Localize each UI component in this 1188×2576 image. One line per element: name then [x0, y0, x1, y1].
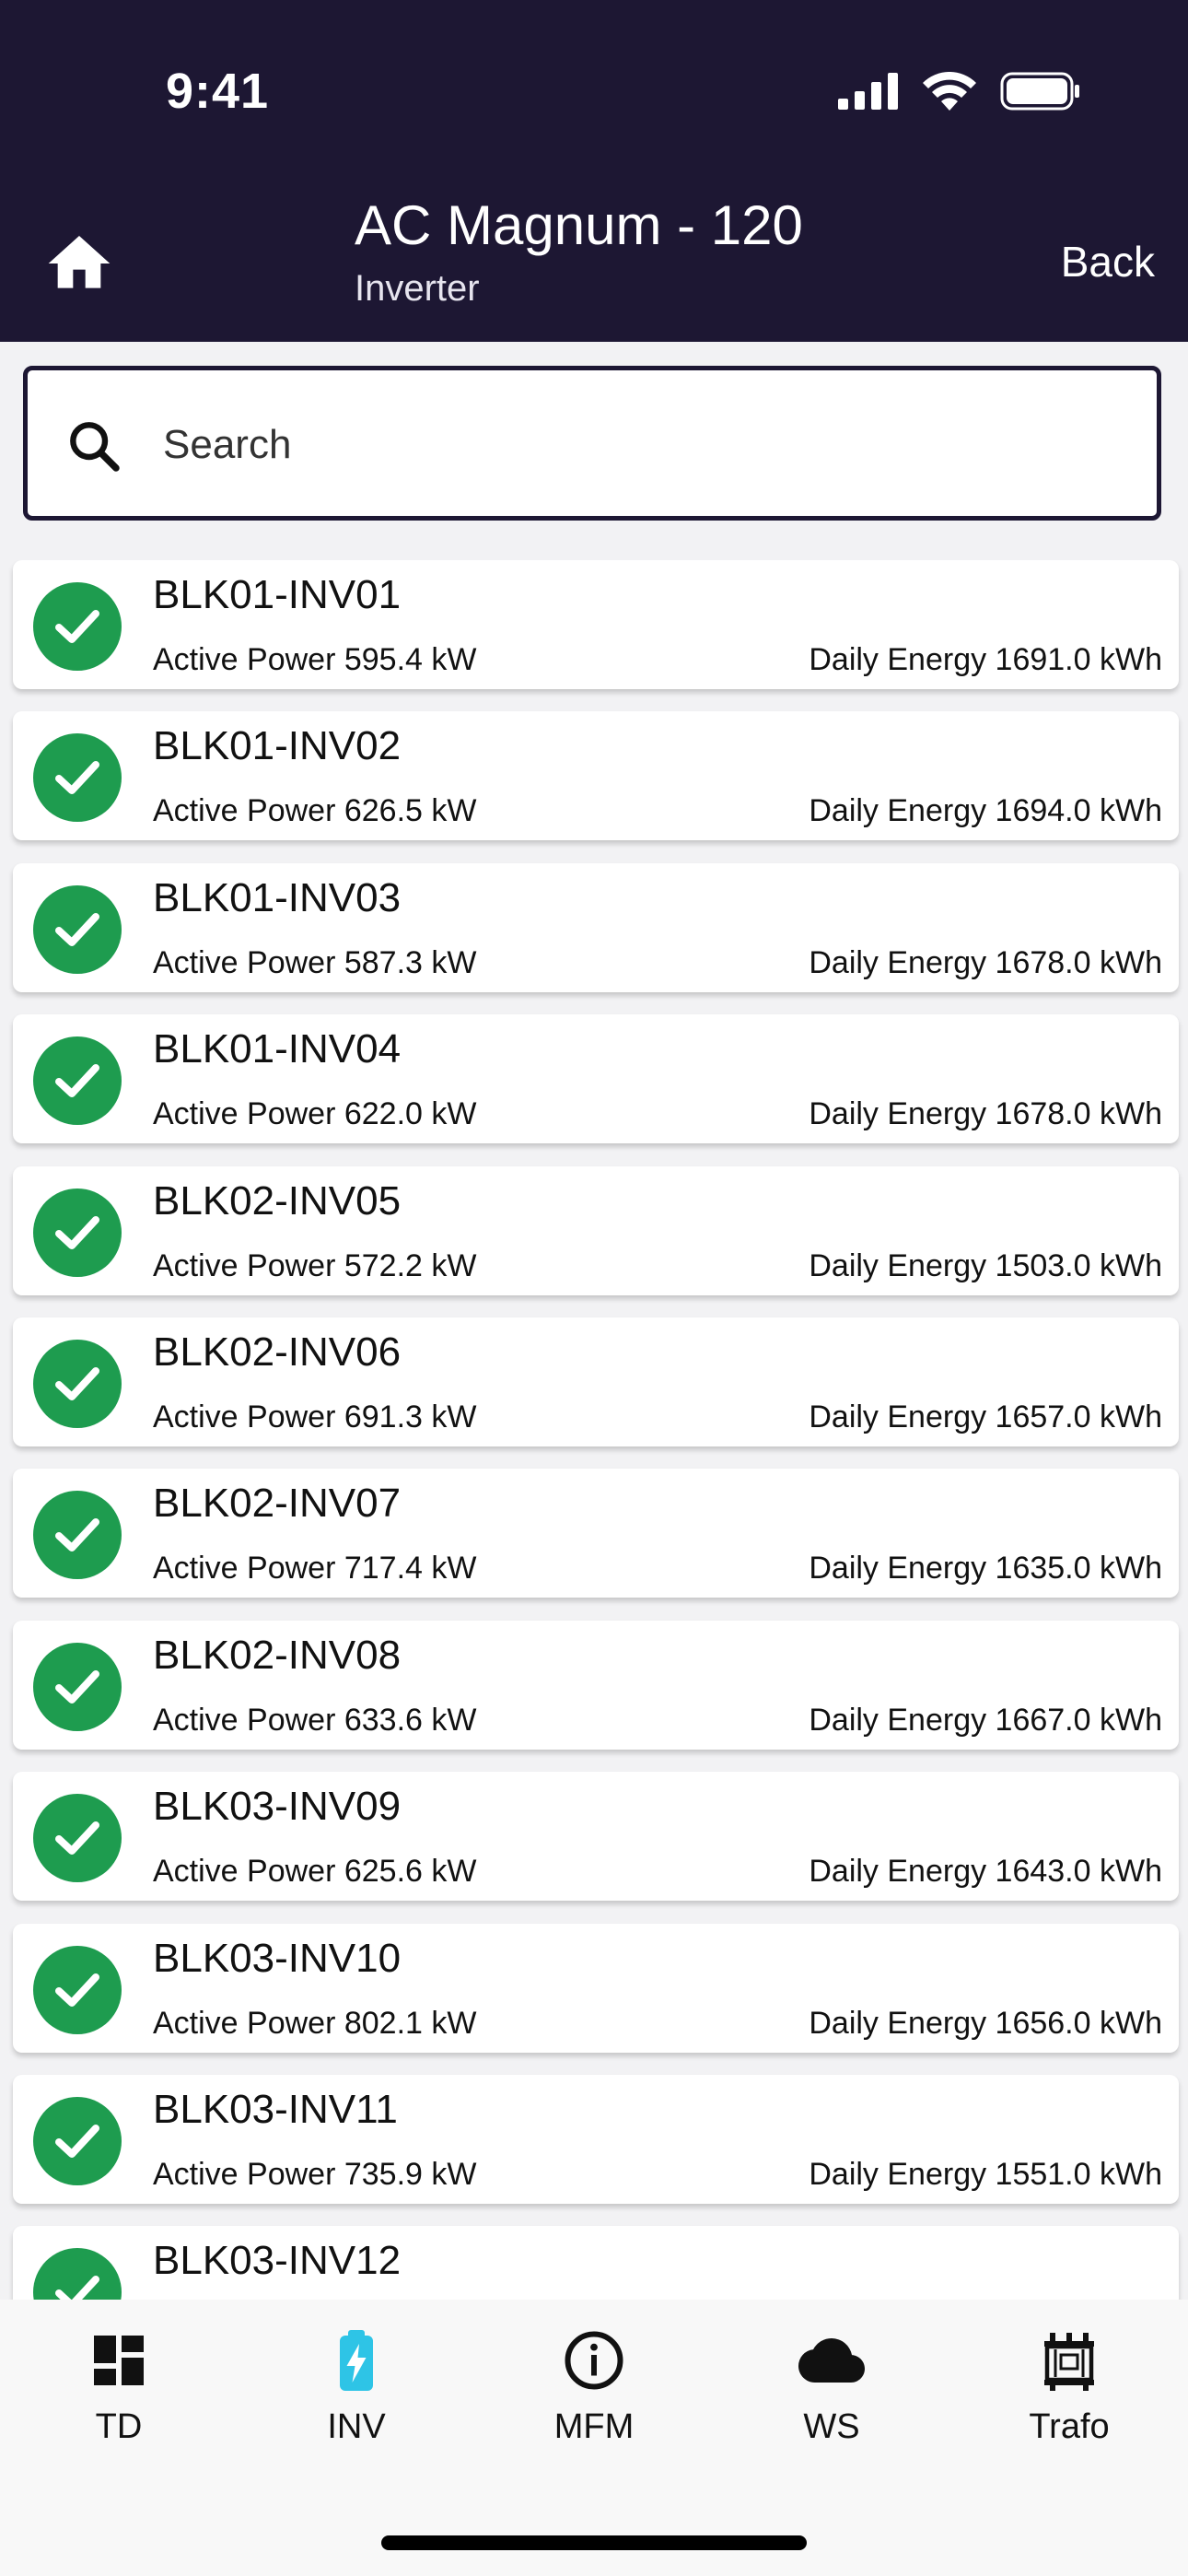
- battery-icon: [1000, 72, 1079, 111]
- search-input[interactable]: [161, 407, 1104, 483]
- tab-td[interactable]: TD: [0, 2327, 238, 2465]
- tab-label: TD: [95, 2407, 143, 2446]
- active-power: Active Power 622.0 kW: [153, 1096, 477, 1131]
- check-circle-icon: [33, 1036, 122, 1125]
- daily-energy: Daily Energy 1657.0 kWh: [809, 1399, 1162, 1434]
- daily-energy: Daily Energy 1656.0 kWh: [809, 2006, 1162, 2041]
- tab-inv[interactable]: INV: [238, 2327, 475, 2465]
- battery-charging-icon: [340, 2330, 373, 2391]
- inverter-card[interactable]: BLK02-INV05 Active Power 572.2 kW Daily …: [13, 1166, 1179, 1295]
- check-circle-icon: [33, 582, 122, 671]
- daily-energy: Daily Energy 1551.0 kWh: [809, 2157, 1162, 2192]
- active-power: Active Power 587.3 kW: [153, 945, 477, 980]
- search-box[interactable]: [23, 366, 1161, 521]
- daily-energy: Daily Energy 1678.0 kWh: [809, 945, 1162, 980]
- tab-label: Trafo: [1029, 2407, 1110, 2446]
- tab-label: MFM: [553, 2407, 635, 2446]
- page-title: AC Magnum - 120: [355, 194, 803, 256]
- daily-energy: Daily Energy 1635.0 kWh: [809, 1551, 1162, 1586]
- active-power: Active Power 572.2 kW: [153, 1248, 477, 1283]
- inverter-name: BLK02-INV06: [153, 1329, 402, 1375]
- signal-icon: [838, 73, 898, 110]
- active-power: Active Power 735.9 kW: [153, 2157, 477, 2192]
- home-button[interactable]: [42, 227, 116, 300]
- status-icons: [838, 72, 1081, 111]
- bottom-tab-bar: TD INV MFM WS Trafo: [0, 2300, 1188, 2576]
- daily-energy: Daily Energy 1667.0 kWh: [809, 1703, 1162, 1738]
- wifi-icon: [923, 72, 976, 111]
- daily-energy: Daily Energy 1694.0 kWh: [809, 793, 1162, 828]
- inverter-card[interactable]: BLK02-INV07 Active Power 717.4 kW Daily …: [13, 1469, 1179, 1598]
- daily-energy: Daily Energy 1678.0 kWh: [809, 1096, 1162, 1131]
- inverter-card[interactable]: BLK03-INV11 Active Power 735.9 kW Daily …: [13, 2075, 1179, 2204]
- info-icon: [565, 2331, 623, 2390]
- active-power: Active Power 633.6 kW: [153, 1703, 477, 1738]
- back-button[interactable]: Back: [1061, 238, 1155, 286]
- check-circle-icon: [33, 1643, 122, 1731]
- inverter-card[interactable]: BLK02-INV08 Active Power 633.6 kW Daily …: [13, 1621, 1179, 1750]
- search-icon: [70, 422, 120, 472]
- cloud-icon: [798, 2338, 865, 2383]
- status-time: 9:41: [166, 64, 270, 119]
- inverter-name: BLK01-INV03: [153, 875, 402, 920]
- daily-energy: Daily Energy 1691.0 kWh: [809, 642, 1162, 677]
- tab-label: INV: [327, 2407, 386, 2446]
- inverter-name: BLK02-INV05: [153, 1178, 402, 1224]
- daily-energy: Daily Energy 1643.0 kWh: [809, 1854, 1162, 1889]
- check-circle-icon: [33, 733, 122, 822]
- app-header: 9:41 AC Magnum - 120 Inverter Back: [0, 0, 1188, 342]
- check-circle-icon: [33, 2097, 122, 2185]
- inverter-name: BLK02-INV07: [153, 1481, 402, 1526]
- inverter-name: BLK01-INV02: [153, 723, 402, 768]
- active-power: Active Power 717.4 kW: [153, 1551, 477, 1586]
- inverter-list[interactable]: BLK01-INV01 Active Power 595.4 kW Daily …: [0, 560, 1188, 2300]
- daily-energy: Daily Energy 1503.0 kWh: [809, 1248, 1162, 1283]
- inverter-card[interactable]: BLK03-INV09 Active Power 625.6 kW Daily …: [13, 1772, 1179, 1901]
- page-subtitle: Inverter: [355, 268, 480, 309]
- inverter-card[interactable]: BLK03-INV10 Active Power 802.1 kW Daily …: [13, 1924, 1179, 2053]
- tab-trafo[interactable]: Trafo: [950, 2327, 1188, 2465]
- inverter-card[interactable]: BLK02-INV06 Active Power 691.3 kW Daily …: [13, 1317, 1179, 1446]
- check-circle-icon: [33, 1188, 122, 1277]
- inverter-name: BLK03-INV11: [153, 2087, 398, 2132]
- inverter-name: BLK01-INV01: [153, 572, 402, 617]
- tab-label: WS: [803, 2407, 860, 2446]
- active-power: Active Power 626.5 kW: [153, 793, 477, 828]
- check-circle-icon: [33, 885, 122, 974]
- active-power: Active Power 595.4 kW: [153, 642, 477, 677]
- check-circle-icon: [33, 1491, 122, 1579]
- inverter-name: BLK03-INV12: [153, 2238, 402, 2283]
- inverter-name: BLK03-INV09: [153, 1784, 402, 1829]
- active-power: Active Power 802.1 kW: [153, 2006, 477, 2041]
- tab-ws[interactable]: WS: [713, 2327, 950, 2465]
- check-circle-icon: [33, 2248, 122, 2300]
- inverter-card[interactable]: BLK01-INV02 Active Power 626.5 kW Daily …: [13, 711, 1179, 840]
- inverter-card[interactable]: BLK01-INV01 Active Power 595.4 kW Daily …: [13, 560, 1179, 689]
- tab-mfm[interactable]: MFM: [475, 2327, 713, 2465]
- inverter-name: BLK03-INV10: [153, 1936, 402, 1981]
- check-circle-icon: [33, 1340, 122, 1428]
- active-power: Active Power 625.6 kW: [153, 1854, 477, 1889]
- home-icon: [48, 236, 111, 288]
- inverter-card[interactable]: BLK01-INV04 Active Power 622.0 kW Daily …: [13, 1014, 1179, 1143]
- inverter-card[interactable]: BLK03-INV12: [13, 2226, 1179, 2300]
- check-circle-icon: [33, 1794, 122, 1882]
- inverter-name: BLK02-INV08: [153, 1633, 402, 1678]
- inverter-card[interactable]: BLK01-INV03 Active Power 587.3 kW Daily …: [13, 863, 1179, 992]
- check-circle-icon: [33, 1946, 122, 2034]
- transformer-icon: [1044, 2333, 1094, 2391]
- inverter-name: BLK01-INV04: [153, 1026, 402, 1071]
- dashboard-icon: [94, 2336, 144, 2385]
- home-indicator: [381, 2535, 807, 2550]
- active-power: Active Power 691.3 kW: [153, 1399, 477, 1434]
